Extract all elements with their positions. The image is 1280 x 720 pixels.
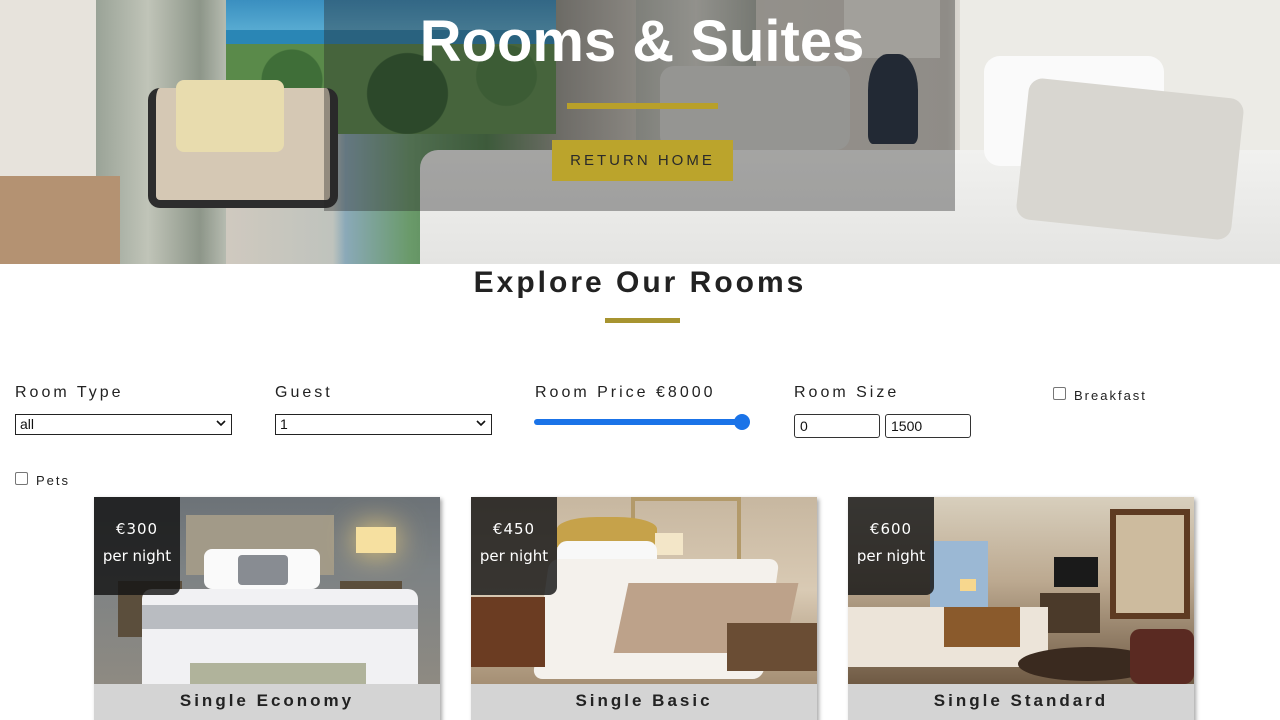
page-title: Rooms & Suites — [419, 9, 865, 74]
room-price-slider[interactable] — [534, 413, 751, 431]
pets-checkbox[interactable] — [15, 472, 28, 485]
room-price-label: Room Price €8000 — [535, 384, 716, 401]
room-type-value: all — [20, 416, 35, 432]
photo-bed-runner — [944, 607, 1020, 647]
hero-chair-pillow — [176, 80, 284, 152]
slider-track — [534, 419, 742, 425]
photo-bench — [727, 623, 817, 671]
slider-thumb[interactable] — [734, 414, 750, 430]
room-name: Single Standard — [933, 691, 1109, 710]
room-name: Single Economy — [179, 691, 355, 710]
price-amount: €300 — [115, 520, 159, 538]
price-badge: €300 per night — [94, 497, 180, 595]
price-unit: per night — [479, 547, 549, 565]
hero-pillow-patterned — [1015, 77, 1245, 241]
room-size-max-input[interactable]: 1500 — [885, 414, 971, 438]
section-underline — [605, 318, 680, 323]
photo-lamp — [960, 579, 976, 591]
chevron-down-icon — [476, 420, 486, 427]
room-type-select[interactable]: all — [15, 414, 232, 435]
breakfast-checkbox[interactable] — [1053, 387, 1066, 400]
room-card-single-economy[interactable]: €300 per night Single Economy — [94, 497, 440, 720]
photo-cabinet — [1040, 593, 1100, 633]
chevron-down-icon — [216, 420, 226, 427]
return-home-button[interactable]: Return Home — [552, 140, 733, 181]
room-card-single-standard[interactable]: €600 per night Single Standard — [848, 497, 1194, 720]
hero-desk — [0, 176, 120, 264]
room-name: Single Basic — [575, 691, 713, 710]
breakfast-label: Breakfast — [1074, 388, 1147, 403]
price-unit: per night — [856, 547, 926, 565]
photo-bench — [190, 663, 366, 684]
price-badge: €600 per night — [848, 497, 934, 595]
photo-nightstand — [471, 597, 545, 667]
pets-label: Pets — [36, 473, 71, 488]
room-size-label: Room Size — [794, 384, 900, 401]
photo-doorway — [1110, 509, 1190, 619]
price-amount: €450 — [492, 520, 536, 538]
price-badge: €450 per night — [471, 497, 557, 595]
photo-armchair — [1130, 629, 1194, 684]
photo-tv — [1054, 557, 1098, 587]
photo-lamp — [356, 527, 396, 553]
price-unit: per night — [102, 547, 172, 565]
photo-lamp — [655, 533, 683, 555]
guest-select[interactable]: 1 — [275, 414, 492, 435]
photo-pillow — [238, 555, 288, 585]
price-amount: €600 — [869, 520, 913, 538]
guest-value: 1 — [280, 416, 288, 432]
photo-window — [930, 541, 988, 611]
room-type-label: Room Type — [15, 384, 124, 401]
section-title: Explore Our Rooms — [473, 266, 807, 299]
title-underline — [567, 103, 718, 109]
guest-label: Guest — [275, 384, 333, 401]
room-size-min-input[interactable]: 0 — [794, 414, 880, 438]
photo-throw — [142, 605, 418, 629]
room-card-single-basic[interactable]: €450 per night Single Basic — [471, 497, 817, 720]
